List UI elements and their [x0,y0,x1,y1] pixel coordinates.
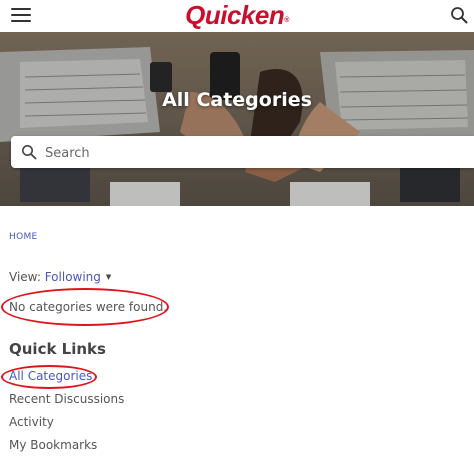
logo-registered-mark: ® [284,17,289,24]
quick-links-heading: Quick Links [9,340,106,358]
logo-text: Quicken [185,0,285,30]
view-filter-dropdown[interactable]: Following [45,270,101,284]
hero-background-image [0,32,474,206]
search-icon [22,145,37,160]
quicken-logo[interactable]: Quicken® [0,0,474,30]
search-input[interactable] [43,136,447,170]
search-icon[interactable] [450,6,468,24]
site-header: Quicken® [0,0,474,32]
quick-link-activity[interactable]: Activity [9,415,54,429]
view-filter: View: Following ▼ [9,270,111,284]
quick-link-all-categories[interactable]: All Categories [9,369,92,383]
empty-state-message: No categories were found. [9,300,168,314]
quick-link-recent-discussions[interactable]: Recent Discussions [9,392,124,406]
chevron-down-icon[interactable]: ▼ [106,273,111,281]
view-label: View: [9,270,41,284]
hero-banner: All Categories [0,32,474,206]
page-title: All Categories [162,89,312,111]
quick-link-my-bookmarks[interactable]: My Bookmarks [9,438,97,452]
search-bar[interactable] [11,136,474,170]
breadcrumb-home[interactable]: HOME [9,232,38,242]
